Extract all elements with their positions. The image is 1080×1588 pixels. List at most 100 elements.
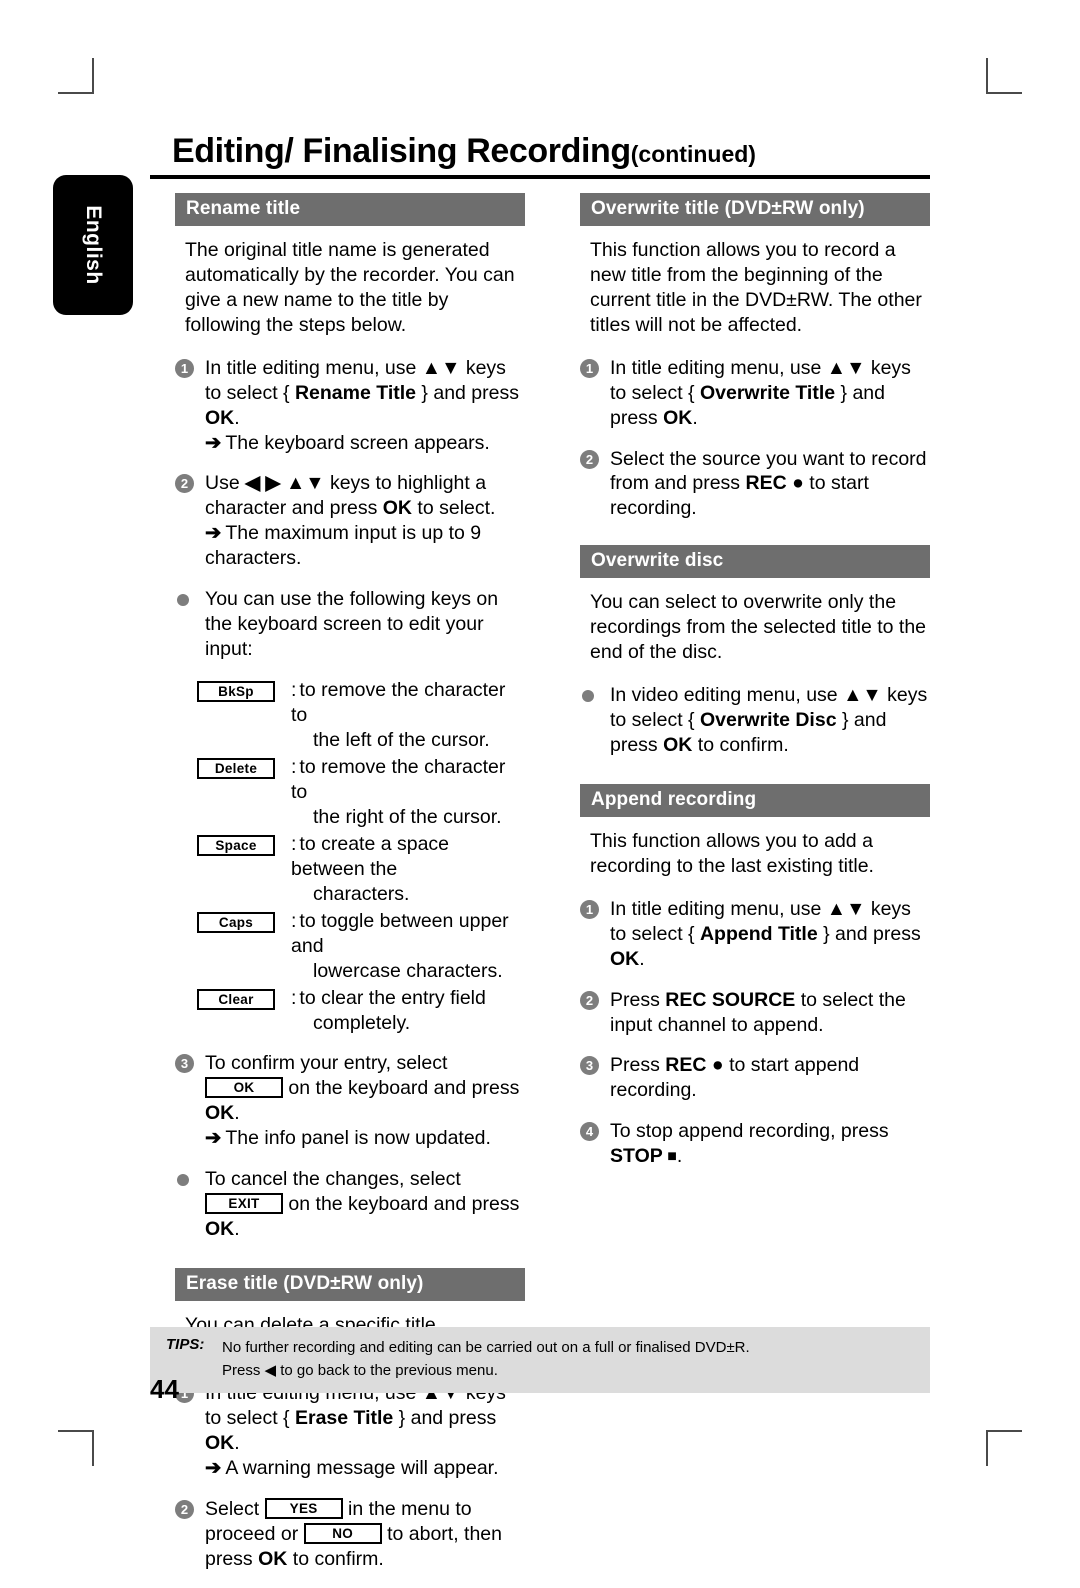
crop-mark-bottom-right <box>986 1430 1022 1466</box>
result-text: The keyboard screen appears. <box>225 431 490 454</box>
rename-step-2: 2 Use ◀ ▶ ▲▼ keys to highlight a charact… <box>175 471 525 571</box>
key-desc-line1: to toggle between upper and <box>291 909 509 957</box>
language-tab-label: English <box>82 205 105 285</box>
menu-item-name: Erase Title <box>294 1406 394 1429</box>
section-header-overwrite-title: Overwrite title (DVD±RW only) <box>580 193 930 226</box>
rec-key-label: REC <box>665 1054 707 1077</box>
rename-title-intro: The original title name is generated aut… <box>185 238 515 336</box>
tips-text: No further recording and editing can be … <box>222 1336 930 1383</box>
step-text: } and press <box>817 922 921 945</box>
page-title-continued: (continued) <box>630 141 756 167</box>
rec-key-label: REC <box>745 472 787 495</box>
erase-step-2: 2 Select YES in the menu to proceed or N… <box>175 1497 525 1572</box>
step-text: . <box>692 406 698 429</box>
key-caps: Caps <box>197 911 275 933</box>
step-result: ➔ The keyboard screen appears. <box>205 431 525 456</box>
step-number: 3 <box>175 1054 194 1074</box>
key-desc-line2: characters. <box>313 882 410 905</box>
step-text: Press <box>610 1054 666 1077</box>
key-description: : to create a space between the characters… <box>285 832 525 907</box>
rec-source-key-label: REC SOURCE <box>665 988 796 1011</box>
step-text: To stop append recording, press <box>610 1120 889 1143</box>
step-text: . <box>234 1218 240 1241</box>
step-text: on the keyboard and press <box>283 1077 520 1100</box>
step-number: 1 <box>580 358 599 378</box>
step-text: to select. <box>412 497 496 520</box>
step-number: 1 <box>580 899 599 919</box>
step-number: 2 <box>175 474 194 494</box>
key-list-item: Delete : to remove the character to the ri… <box>197 755 525 830</box>
step-result: ➔ The maximum input is up to 9 characters… <box>205 521 525 571</box>
result-arrow-icon: ➔ <box>205 522 222 545</box>
key-desc-line2: lowercase characters. <box>313 959 503 982</box>
title-divider <box>150 175 930 179</box>
menu-item-name: Append Title <box>699 922 818 945</box>
key-desc-line1: to remove the character to <box>291 679 506 727</box>
stop-square-icon: ■ <box>662 1148 677 1166</box>
key-list-item: Space : to create a space between the char… <box>197 832 525 907</box>
overwrite-title-step-1: 1 In title editing menu, use ▲▼ keys to … <box>580 356 930 431</box>
step-text: Press <box>610 988 666 1011</box>
key-cell: Space <box>197 832 285 857</box>
overwrite-disc-intro: You can select to overwrite only the rec… <box>590 591 927 664</box>
step-number: 3 <box>580 1056 599 1076</box>
crop-mark-top-left <box>58 58 94 94</box>
ok-key-label: OK <box>205 1102 235 1125</box>
step-text: to confirm. <box>287 1547 384 1570</box>
key-list-item: Clear : to clear the entry field completel… <box>197 986 525 1036</box>
rename-step-1: 1 In title editing menu, use ▲▼ keys to … <box>175 356 525 456</box>
append-recording-intro: This function allows you to add a record… <box>590 829 874 877</box>
bullet-text: You can use the following keys on the ke… <box>205 588 499 661</box>
tips-footer: TIPS: No further recording and editing c… <box>150 1327 930 1393</box>
arrow-keys-glyph: ▲▼ <box>843 684 882 707</box>
menu-item-name: Rename Title <box>294 381 416 404</box>
append-step-1: 1 In title editing menu, use ▲▼ keys to … <box>580 897 930 972</box>
erase-step-1: 1 In title editing menu, use ▲▼ keys to … <box>175 1381 525 1481</box>
section-header-overwrite-disc: Overwrite disc <box>580 545 930 579</box>
step-number: 2 <box>175 1499 194 1519</box>
key-ok: OK <box>205 1077 283 1099</box>
append-step-3: 3 Press REC ● to start append recording. <box>580 1053 930 1103</box>
section-header-rename-title: Rename title <box>175 193 525 226</box>
arrow-keys-glyph: ▲▼ <box>421 356 461 379</box>
key-desc-line1: to create a space between the <box>291 832 450 880</box>
tips-line2-prefix: Press <box>222 1362 265 1380</box>
record-dot-icon: ● <box>786 472 810 495</box>
direction-keys-glyph: ◀ ▶ ▲▼ <box>245 472 325 495</box>
overwrite-disc-step: In video editing menu, use ▲▼ keys to se… <box>580 683 930 758</box>
ok-key-label: OK <box>205 406 235 429</box>
ok-key-label: OK <box>205 1218 235 1241</box>
key-desc-line2: the left of the cursor. <box>313 729 490 752</box>
ok-key-label: OK <box>663 406 693 429</box>
key-cell: BkSp <box>197 678 285 703</box>
key-delete: Delete <box>197 758 275 779</box>
arrow-keys-glyph: ▲▼ <box>826 356 866 379</box>
key-description: : to clear the entry field completely. <box>285 986 525 1036</box>
step-text: To confirm your entry, select <box>205 1052 448 1075</box>
bullet-icon <box>177 1174 189 1187</box>
ok-key-label: OK <box>205 1431 235 1454</box>
ok-key-label: OK <box>258 1547 288 1570</box>
step-text: In title editing menu, use <box>610 356 827 379</box>
key-desc-line1: to clear the entry field <box>299 986 486 1009</box>
key-desc-line1: to remove the character to <box>291 756 506 803</box>
tips-line-1: No further recording and editing can be … <box>222 1339 750 1356</box>
ok-key-label: OK <box>610 947 640 970</box>
key-space: Space <box>197 834 275 856</box>
step-text: In title editing menu, use <box>205 356 422 379</box>
key-list-item: BkSp : to remove the character to the left… <box>197 678 525 753</box>
record-dot-icon: ● <box>706 1054 730 1077</box>
section-header-append-recording: Append recording <box>580 783 930 817</box>
result-text: A warning message will appear. <box>225 1456 499 1479</box>
step-text: on the keyboard and press <box>283 1193 520 1216</box>
key-cell: Caps <box>197 909 285 934</box>
append-step-4: 4 To stop append recording, press STOP ■… <box>580 1119 930 1169</box>
key-no: NO <box>303 1522 382 1544</box>
tips-line2-suffix: to go back to the previous menu. <box>276 1362 498 1380</box>
section-header-erase-title: Erase title (DVD±RW only) <box>175 1268 525 1301</box>
keyboard-key-list: BkSp : to remove the character to the left… <box>175 678 525 1035</box>
crop-mark-bottom-left <box>58 1430 94 1466</box>
step-number: 1 <box>175 358 194 378</box>
crop-mark-top-right <box>986 58 1022 94</box>
bullet-icon <box>582 690 594 703</box>
